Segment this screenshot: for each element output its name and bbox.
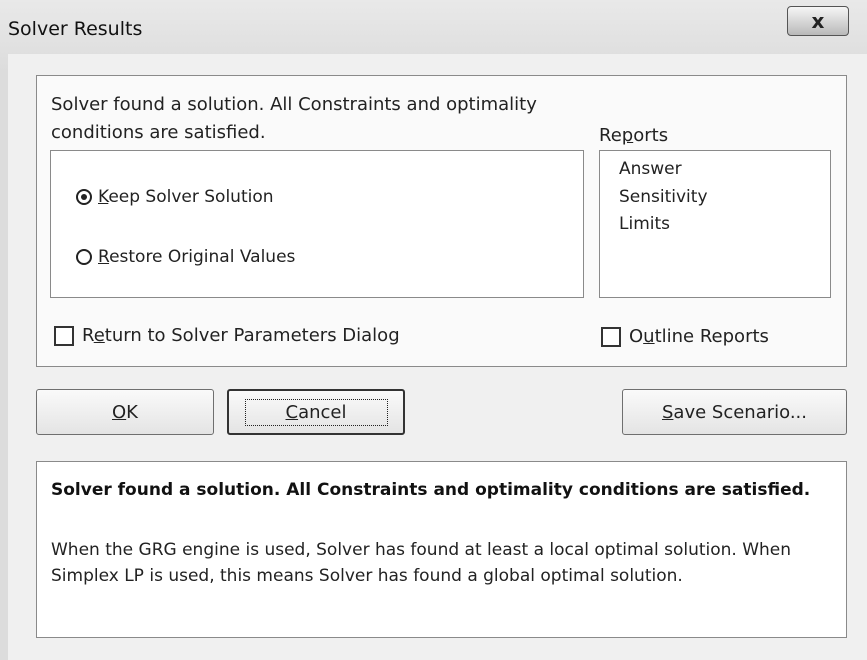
explanation-heading: Solver found a solution. All Constraints…: [51, 480, 811, 500]
ok-button[interactable]: OK: [36, 389, 214, 435]
checkbox-icon[interactable]: [601, 326, 621, 347]
reports-list[interactable]: Answer Sensitivity Limits: [599, 150, 831, 298]
report-item-sensitivity[interactable]: Sensitivity: [619, 187, 708, 207]
restore-original-values-radio[interactable]: Restore Original Values: [76, 247, 295, 267]
window-frame-left: [0, 72, 8, 660]
report-item-limits[interactable]: Limits: [619, 214, 670, 234]
outline-reports-checkbox[interactable]: Outline Reports: [601, 326, 769, 347]
return-to-solver-parameters-label: Return to Solver Parameters Dialog: [82, 325, 400, 346]
save-scenario-label: Save Scenario...: [662, 402, 807, 423]
radio-unselected-icon[interactable]: [76, 249, 92, 265]
restore-access-key: R: [98, 247, 110, 267]
keep-solver-solution-radio[interactable]: Keep Solver Solution: [76, 187, 274, 207]
close-icon: x: [811, 9, 825, 33]
close-button[interactable]: x: [787, 6, 849, 36]
radio-selected-icon[interactable]: [76, 189, 92, 205]
reports-label-prefix: Re: [599, 125, 622, 146]
outline-label-prefix: O: [629, 326, 644, 347]
restore-original-values-label: Restore Original Values: [98, 247, 295, 267]
reports-label-access-key: p: [621, 125, 634, 146]
save-access-key: S: [661, 401, 674, 423]
return-to-solver-parameters-checkbox[interactable]: Return to Solver Parameters Dialog: [54, 325, 400, 346]
return-access-key: e: [93, 325, 105, 346]
cancel-button[interactable]: Cancel: [227, 389, 405, 435]
ok-access-key: O: [112, 401, 127, 423]
outline-access-key: u: [643, 326, 655, 347]
return-label-prefix: R: [82, 325, 94, 346]
ok-label-rest: K: [126, 401, 138, 423]
outline-label-rest: tline Reports: [654, 326, 769, 347]
radio-dot-icon: [81, 194, 87, 200]
return-label-rest: turn to Solver Parameters Dialog: [104, 325, 400, 346]
keep-access-key: K: [98, 187, 109, 207]
reports-label: Reports: [599, 125, 668, 146]
restore-label-rest: estore Original Values: [109, 247, 296, 267]
status-line-2: conditions are satisfied.: [51, 122, 266, 143]
explanation-body: When the GRG engine is used, Solver has …: [51, 540, 792, 586]
ok-button-label: OK: [112, 402, 138, 423]
reports-label-rest: orts: [633, 125, 669, 146]
save-scenario-button[interactable]: Save Scenario...: [622, 389, 847, 435]
cancel-button-label: Cancel: [244, 398, 388, 426]
keep-label-rest: eep Solver Solution: [108, 187, 274, 207]
status-line-1: Solver found a solution. All Constraints…: [51, 94, 537, 115]
solution-options-box: [50, 150, 584, 298]
cancel-label-rest: ancel: [298, 401, 347, 423]
keep-solver-solution-label: Keep Solver Solution: [98, 187, 274, 207]
checkbox-icon[interactable]: [54, 325, 74, 346]
status-message: Solver found a solution. All Constraints…: [51, 91, 537, 147]
window-title: Solver Results: [8, 18, 143, 40]
report-item-answer[interactable]: Answer: [619, 159, 682, 179]
save-label-rest: ave Scenario...: [673, 401, 807, 423]
cancel-access-key: C: [285, 401, 299, 423]
outline-reports-label: Outline Reports: [629, 326, 769, 347]
